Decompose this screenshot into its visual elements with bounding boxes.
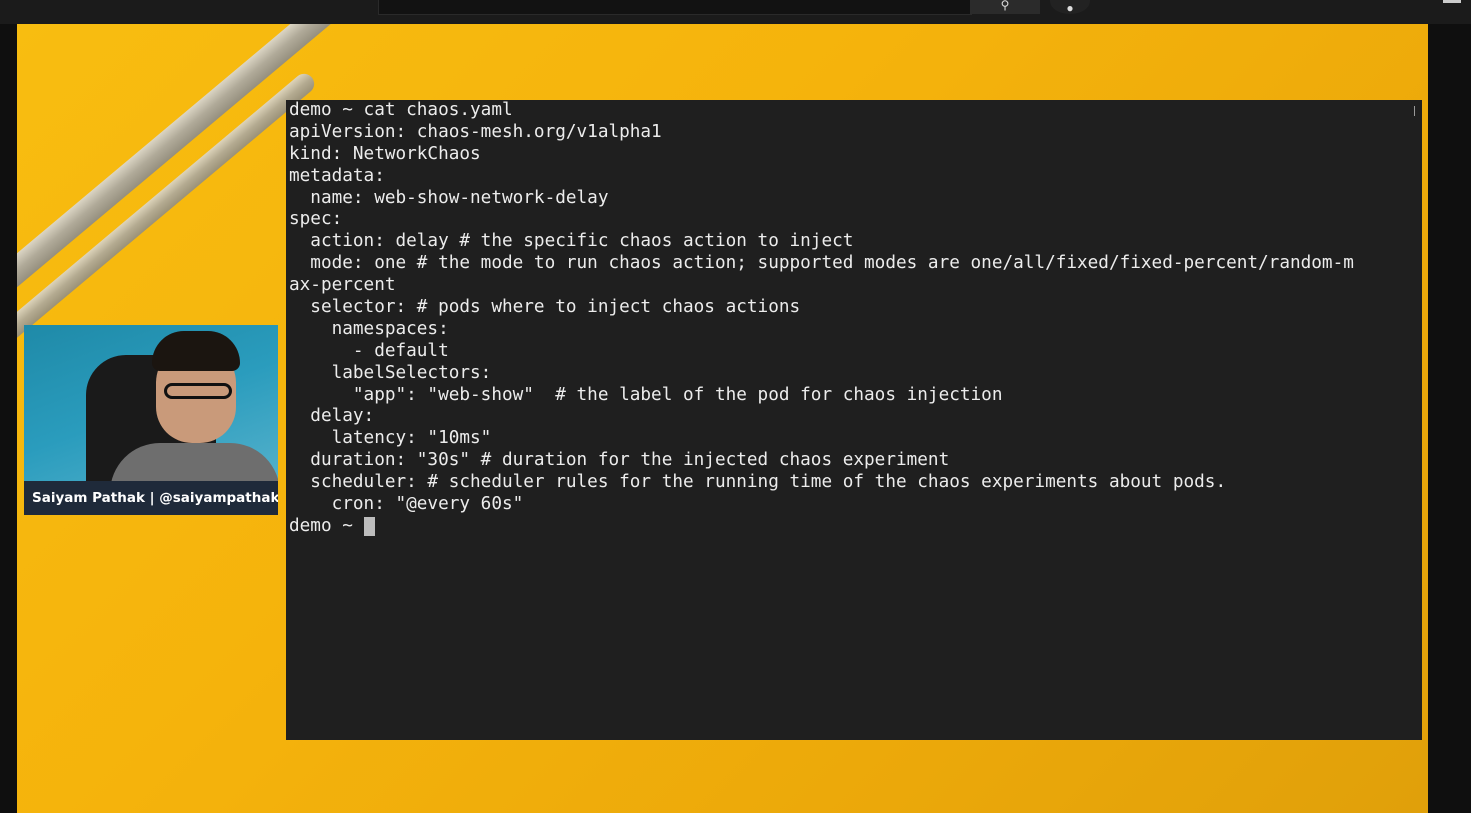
terminal-scrollbar[interactable] — [1414, 106, 1415, 116]
terminal-line: latency: "10ms" — [289, 428, 492, 449]
terminal-line: scheduler: # scheduler rules for the run… — [289, 472, 1227, 493]
terminal-line: demo ~ cat chaos.yaml — [289, 100, 513, 120]
webcam-overlay: Saiyam Pathak | @saiyampathak — [24, 325, 278, 515]
terminal-line: metadata: — [289, 165, 385, 186]
search-button[interactable]: ⚲ — [970, 0, 1040, 14]
search-icon: ⚲ — [1000, 0, 1010, 12]
terminal-line: "app": "web-show" # the label of the pod… — [289, 384, 1003, 405]
terminal-line: duration: "30s" # duration for the injec… — [289, 450, 950, 471]
search-input[interactable] — [378, 0, 972, 15]
menu-icon[interactable] — [1443, 0, 1461, 3]
terminal-line: apiVersion: chaos-mesh.org/v1alpha1 — [289, 121, 662, 142]
terminal-line: spec: — [289, 209, 343, 230]
terminal-line: selector: # pods where to inject chaos a… — [289, 297, 801, 318]
terminal-cursor — [363, 517, 375, 537]
person-hair — [152, 331, 240, 371]
terminal-line: name: web-show-network-delay — [289, 187, 609, 208]
terminal-prompt: demo ~ — [289, 515, 364, 536]
terminal-line: mode: one # the mode to run chaos action… — [289, 253, 1354, 274]
terminal-line: namespaces: — [289, 318, 449, 339]
terminal-line: - default — [289, 340, 449, 361]
terminal-line: ax-percent — [289, 275, 396, 296]
mic-button[interactable]: ● — [1050, 0, 1090, 14]
terminal-window[interactable]: demo ~ cat chaos.yaml apiVersion: chaos-… — [286, 100, 1422, 740]
presenter-name-label: Saiyam Pathak | @saiyampathak — [24, 481, 278, 515]
glasses-icon — [164, 383, 232, 399]
terminal-line: action: delay # the specific chaos actio… — [289, 231, 854, 252]
mic-icon: ● — [1066, 1, 1074, 14]
terminal-line: labelSelectors: — [289, 362, 492, 383]
browser-top-bar: ⚲ ● — [0, 0, 1471, 24]
right-edge — [1428, 24, 1471, 813]
terminal-line: cron: "@every 60s" — [289, 494, 524, 515]
terminal-prompt-line[interactable]: demo ~ — [289, 516, 1422, 538]
terminal-line: kind: NetworkChaos — [289, 143, 481, 164]
terminal-line: delay: — [289, 406, 375, 427]
